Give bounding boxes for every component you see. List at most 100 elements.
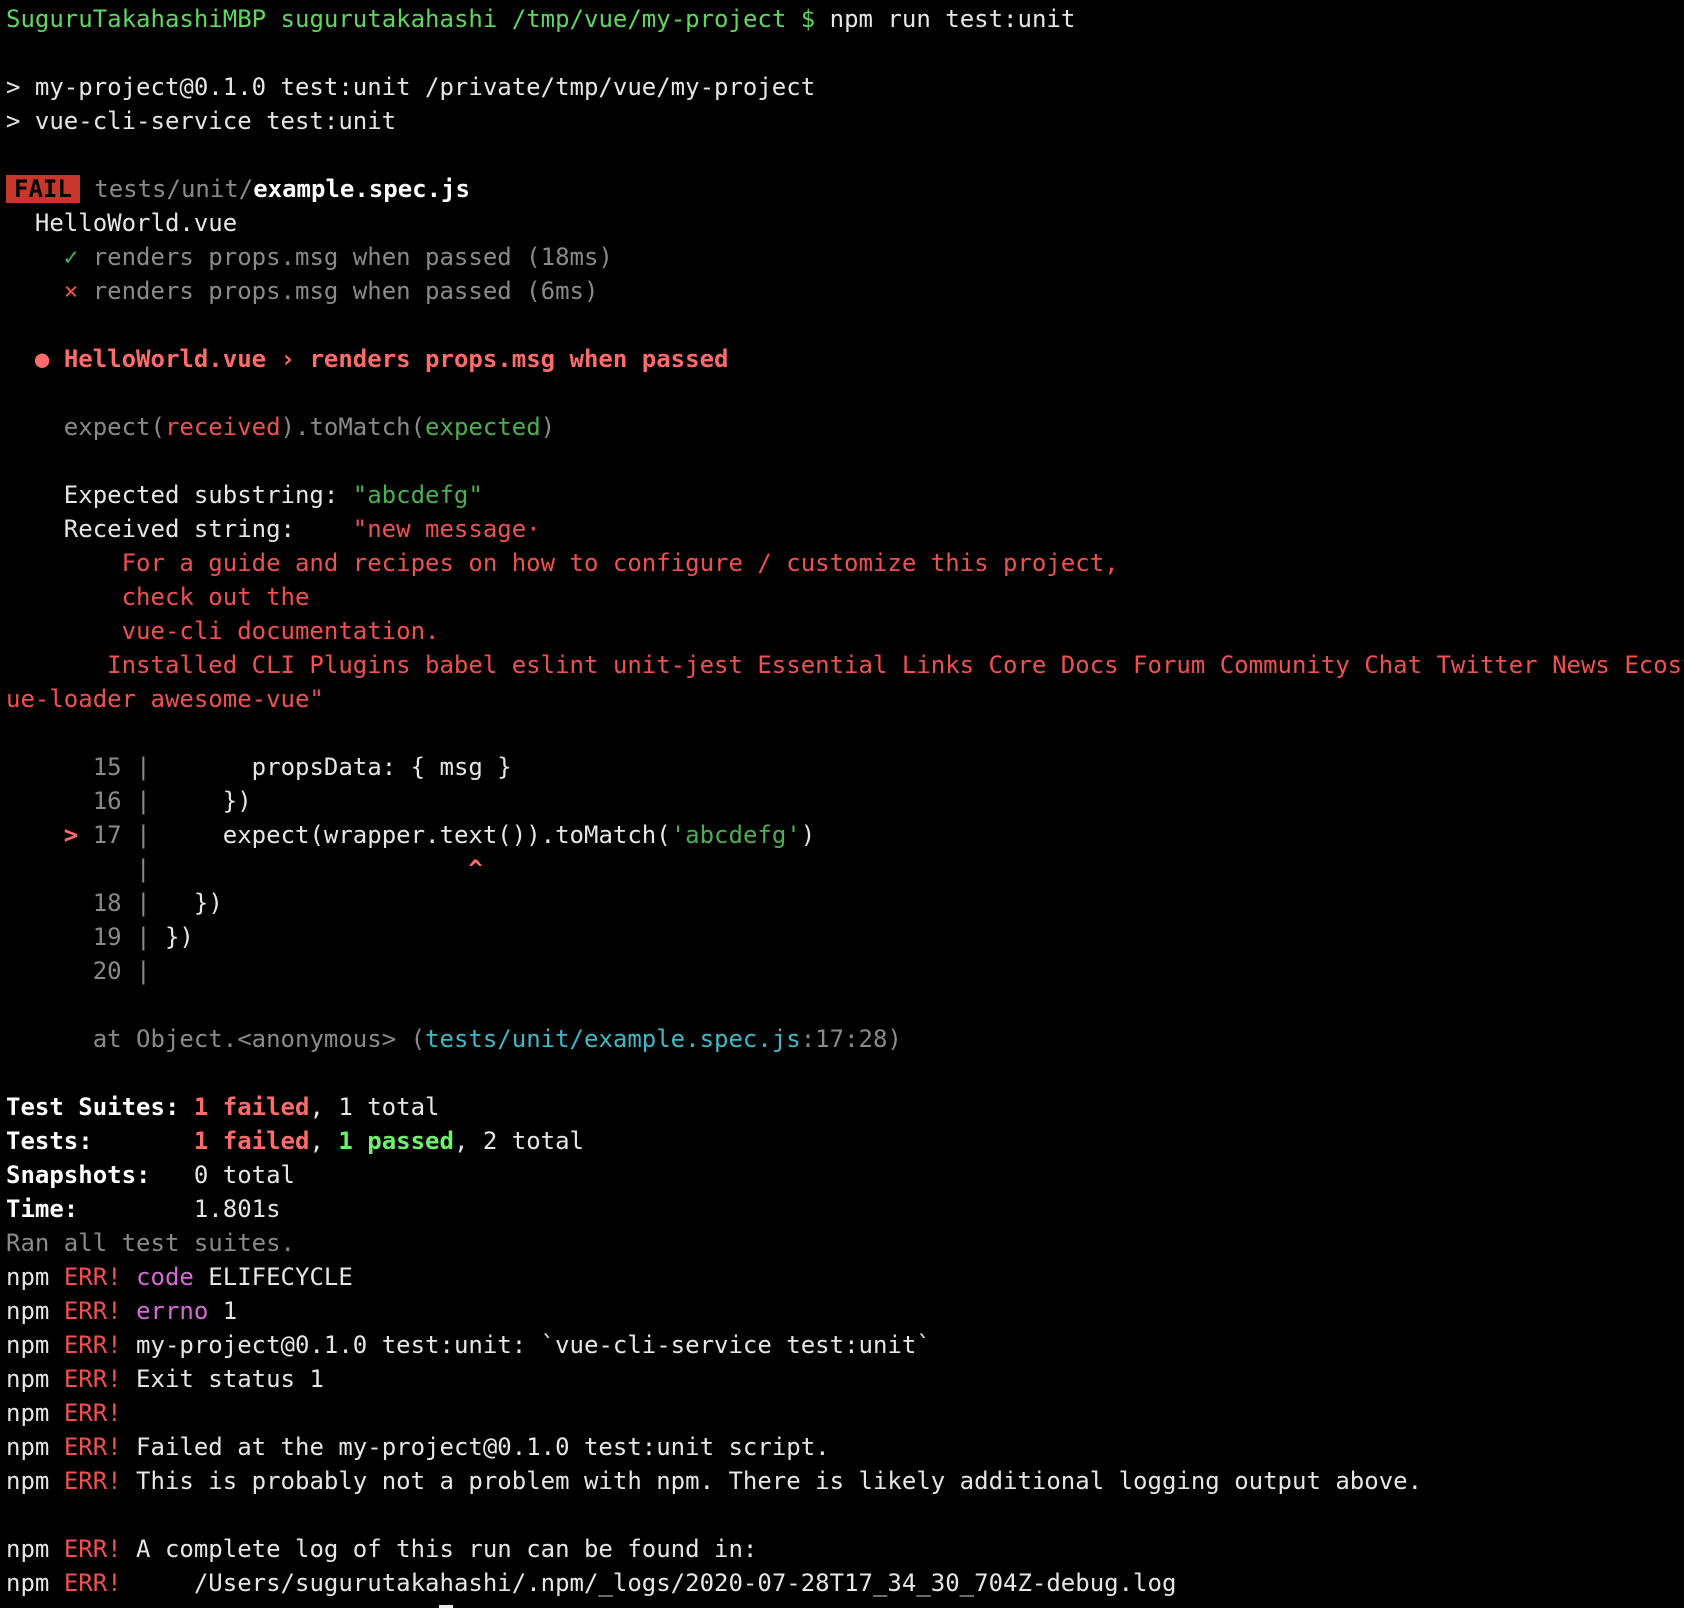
- code-frame-line: 19 | }): [6, 920, 1684, 954]
- npm-err-line: npm ERR! my-project@0.1.0 test:unit: `vu…: [6, 1328, 1684, 1362]
- received-continuation: For a guide and recipes on how to config…: [6, 546, 1684, 580]
- err-text: Failed at the my-project@0.1.0 test:unit…: [121, 1433, 830, 1461]
- line-number: 15: [92, 753, 122, 781]
- gutter-separator: |: [136, 753, 151, 781]
- npm-label: npm: [6, 1399, 50, 1427]
- caret-line: | ^: [6, 852, 1684, 886]
- npm-err-line: npm ERR! Failed at the my-project@0.1.0 …: [6, 1430, 1684, 1464]
- stack-prefix: at Object.<anonymous> (: [92, 1025, 426, 1053]
- fail-badge: FAIL: [6, 175, 80, 203]
- err-label: ERR!: [63, 1569, 122, 1597]
- test-name: renders props.msg when passed (6ms): [92, 277, 599, 305]
- summary-snapshots: Snapshots: 0 total: [6, 1158, 1684, 1192]
- err-label: ERR!: [63, 1263, 122, 1291]
- ran-all-line: Ran all test suites.: [6, 1229, 295, 1257]
- passed-count: 1 passed: [338, 1127, 454, 1155]
- prompt-host: SuguruTakahashiMBP: [6, 5, 267, 33]
- script-header-line: > vue-cli-service test:unit: [6, 107, 397, 135]
- expected-value: "abcdefg": [352, 481, 483, 509]
- err-key: errno: [136, 1297, 209, 1325]
- code-frame-line: 20 |: [6, 954, 1684, 988]
- prompt-line: SuguruTakahashiMBP sugurutakahashi /tmp/…: [6, 2, 1684, 36]
- describe-line: HelloWorld.vue: [6, 206, 1684, 240]
- matcher-expect: expect(: [63, 413, 165, 441]
- stack-position: :17:28): [800, 1025, 902, 1053]
- received-value: ue-loader awesome-vue": [6, 685, 324, 713]
- code-frame-line: 15 | propsData: { msg }: [6, 750, 1684, 784]
- code-text: }): [164, 923, 194, 951]
- summary-label: Test Suites:: [6, 1093, 180, 1121]
- npm-err-line: npm ERR! This is probably not a problem …: [6, 1464, 1684, 1498]
- check-icon: ✓: [63, 243, 79, 271]
- err-text: my-project@0.1.0 test:unit: `vue-cli-ser…: [121, 1331, 931, 1359]
- received-line: Received string: "new message·: [6, 512, 1684, 546]
- npm-label: npm: [6, 1297, 50, 1325]
- npm-label: npm: [6, 1569, 50, 1597]
- npm-err-line: npm ERR! errno 1: [6, 1294, 1684, 1328]
- stack-file-link[interactable]: tests/unit/example.spec.js: [425, 1025, 801, 1053]
- gutter-separator: |: [136, 821, 151, 849]
- err-text: ELIFECYCLE: [193, 1263, 353, 1291]
- code-text: ): [800, 821, 816, 849]
- received-value: vue-cli documentation.: [63, 617, 440, 645]
- terminal-window[interactable]: SuguruTakahashiMBP sugurutakahashi /tmp/…: [0, 0, 1684, 1608]
- code-text: expect(wrapper.text()).toMatch(: [164, 821, 671, 849]
- err-label: ERR!: [63, 1535, 122, 1563]
- stack-trace-line: at Object.<anonymous> (tests/unit/exampl…: [6, 1022, 1684, 1056]
- err-label: ERR!: [63, 1365, 122, 1393]
- summary-label: Tests:: [6, 1127, 93, 1155]
- code-frame-line-highlight: > 17 | expect(wrapper.text()).toMatch('a…: [6, 818, 1684, 852]
- expected-label: Expected substring:: [63, 481, 353, 509]
- gutter-separator: |: [136, 889, 151, 917]
- npm-label: npm: [6, 1535, 50, 1563]
- received-continuation: check out the: [6, 580, 1684, 614]
- gutter-separator: |: [136, 923, 151, 951]
- summary-suites: Test Suites: 1 failed, 1 total: [6, 1090, 1684, 1124]
- code-string: 'abcdefg': [670, 821, 801, 849]
- failed-count: 1 failed: [193, 1093, 310, 1121]
- script-header-line: > my-project@0.1.0 test:unit /private/tm…: [6, 73, 816, 101]
- err-label: ERR!: [63, 1467, 122, 1495]
- line-number: 19: [92, 923, 122, 951]
- err-text: 1: [208, 1297, 238, 1325]
- matcher-end: ): [540, 413, 556, 441]
- code-frame-line: 16 | }): [6, 784, 1684, 818]
- failure-title: HelloWorld.vue › renders props.msg when …: [63, 345, 729, 373]
- matcher-mid: ).toMatch(: [280, 413, 426, 441]
- npm-label: npm: [6, 1467, 50, 1495]
- failure-title-line: ● HelloWorld.vue › renders props.msg whe…: [6, 342, 1684, 376]
- matcher-received: received: [164, 413, 281, 441]
- received-continuation: Installed CLI Plugins babel eslint unit-…: [6, 648, 1684, 682]
- err-label: ERR!: [63, 1433, 122, 1461]
- err-text: A complete log of this run can be found …: [121, 1535, 758, 1563]
- cross-icon: ×: [63, 277, 79, 305]
- err-label: ERR!: [63, 1297, 122, 1325]
- prompt-cwd: /tmp/vue/my-project: [511, 5, 787, 33]
- prompt-symbol: $: [800, 5, 816, 33]
- next-prompt-line[interactable]: [6, 1600, 1684, 1608]
- npm-err-line: npm ERR! Exit status 1: [6, 1362, 1684, 1396]
- total-count: , 1 total: [309, 1093, 440, 1121]
- npm-label: npm: [6, 1331, 50, 1359]
- prompt-user: sugurutakahashi: [280, 5, 498, 33]
- line-number: 17: [92, 821, 122, 849]
- expected-line: Expected substring: "abcdefg": [6, 478, 1684, 512]
- npm-err-line: npm ERR!: [6, 1396, 1684, 1430]
- current-line-marker: >: [63, 821, 79, 849]
- suite-result-line: FAIL tests/unit/example.spec.js: [6, 172, 1684, 206]
- npm-err-line: npm ERR! /Users/sugurutakahashi/.npm/_lo…: [6, 1566, 1684, 1600]
- matcher-expected: expected: [425, 413, 541, 441]
- err-key: code: [136, 1263, 194, 1291]
- summary-time: Time: 1.801s: [6, 1192, 1684, 1226]
- line-number: 20: [92, 957, 122, 985]
- err-label: ERR!: [63, 1331, 122, 1359]
- err-label: ERR!: [63, 1399, 122, 1427]
- received-value: For a guide and recipes on how to config…: [63, 549, 1119, 577]
- npm-err-line: npm ERR! code ELIFECYCLE: [6, 1260, 1684, 1294]
- prompt-command: npm run test:unit: [829, 5, 1076, 33]
